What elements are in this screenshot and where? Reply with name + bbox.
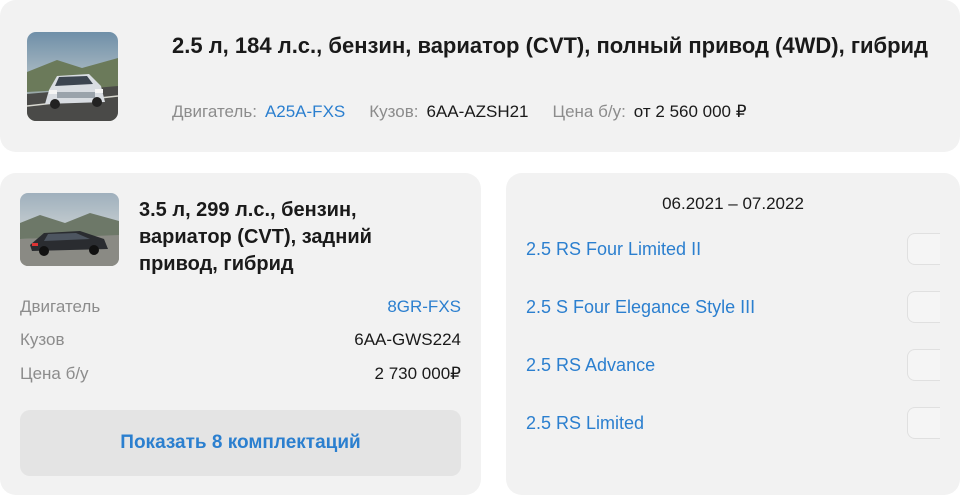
trim-row: 2.5 RS Advance (526, 349, 946, 381)
trims-list-card: 06.2021 – 07.2022 2.5 RS Four Limited II… (506, 173, 960, 495)
configuration-title[interactable]: 2.5 л, 184 л.с., бензин, вариатор (CVT),… (172, 31, 932, 61)
trim-row: 2.5 RS Limited (526, 407, 946, 439)
trim-row: 2.5 RS Four Limited II (526, 233, 946, 265)
production-period: 06.2021 – 07.2022 (662, 194, 804, 213)
car-photo-image (20, 193, 119, 266)
body-value: 6AA-GWS224 (354, 330, 461, 349)
trim-link[interactable]: 2.5 RS Limited (526, 411, 644, 435)
trim-link[interactable]: 2.5 RS Advance (526, 353, 655, 377)
spec-row-body: Кузов 6AA-GWS224 (20, 328, 461, 352)
engine-label: Двигатель: (172, 102, 257, 121)
compare-checkbox[interactable] (907, 349, 940, 381)
trim-link[interactable]: 2.5 S Four Elegance Style III (526, 295, 755, 319)
trim-row: 2.5 S Four Elegance Style III (526, 291, 946, 323)
price-label: Цена б/у (20, 364, 89, 383)
spec-row-price: Цена б/у 2 730 000₽ (20, 362, 461, 386)
compare-checkbox[interactable] (907, 407, 940, 439)
car-photo[interactable] (27, 32, 118, 121)
spec-row-engine: Двигатель 8GR-FXS (20, 295, 461, 319)
body-label: Кузов: (369, 102, 419, 121)
configuration-specs: Двигатель: A25A-FXS Кузов: 6AA-AZSH21 Цена б… (172, 101, 747, 123)
price-value: 2 730 000₽ (374, 364, 461, 383)
body-label: Кузов (20, 330, 65, 349)
car-photo[interactable] (20, 193, 119, 266)
price-label: Цена б/у: (552, 102, 626, 121)
engine-label: Двигатель (20, 297, 101, 316)
configuration-title[interactable]: 3.5 л, 299 л.с., бензин, вариатор (CVT),… (139, 197, 439, 278)
trim-link[interactable]: 2.5 RS Four Limited II (526, 237, 701, 261)
body-value: 6AA-AZSH21 (426, 102, 529, 121)
price-value: от 2 560 000 ₽ (633, 102, 747, 121)
configuration-card: 3.5 л, 299 л.с., бензин, вариатор (CVT),… (0, 173, 481, 495)
top-configuration-card[interactable]: 2.5 л, 184 л.с., бензин, вариатор (CVT),… (0, 0, 960, 152)
engine-link[interactable]: 8GR-FXS (387, 295, 461, 319)
show-trims-button[interactable]: Показать 8 комплектаций (20, 410, 461, 476)
compare-checkbox[interactable] (907, 291, 940, 323)
compare-checkbox[interactable] (907, 233, 940, 265)
car-photo-image (27, 32, 118, 121)
engine-link[interactable]: A25A-FXS (265, 102, 345, 121)
